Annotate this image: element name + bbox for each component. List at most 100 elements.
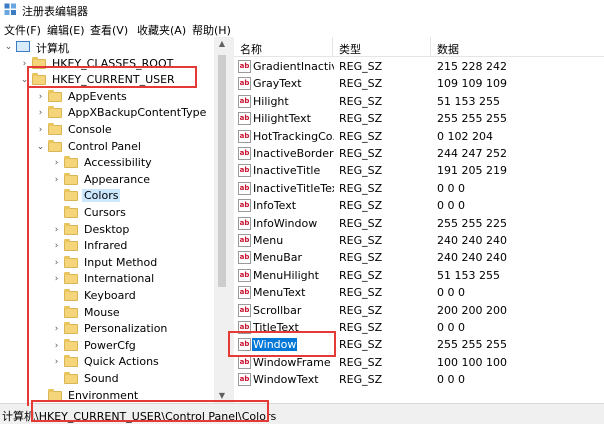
tree-item-label: Environment [68,388,139,402]
values-list-pane[interactable]: 名称 类型 数据 abGradientInactiv...REG_SZ215 2… [234,37,604,403]
chevron-right-icon[interactable] [52,374,61,384]
tree-item-label: Appearance [84,172,151,186]
chevron-right-icon[interactable]: › [52,258,61,268]
chevron-right-icon[interactable]: › [52,175,61,185]
string-value-icon: ab [238,77,251,91]
menu-help[interactable]: 帮助(H) [192,22,231,38]
chevron-right-icon[interactable]: › [52,341,61,351]
menu-file[interactable]: 文件(F) [4,22,41,38]
value-name: MenuText [253,286,306,300]
column-name-header[interactable]: 名称 [240,41,262,57]
string-value-icon: ab [238,181,251,195]
registry-app-icon [4,3,16,15]
tree-item-label: 计算机 [36,42,69,55]
scroll-down-icon[interactable]: ▼ [214,389,230,403]
list-item[interactable]: ab HotTrackingCo... REG_SZ 0 102 204 [234,128,604,145]
list-item[interactable]: ab Menu REG_SZ 240 240 240 [234,232,604,249]
folder-icon [64,289,78,301]
menu-favorites[interactable]: 收藏夹(A) [137,22,186,38]
value-type: REG_SZ [339,355,383,369]
column-type-header[interactable]: 类型 [339,41,361,57]
column-separator[interactable] [332,37,333,57]
value-data: 0 0 0 [437,286,465,300]
chevron-right-icon[interactable] [52,191,61,201]
chevron-right-icon[interactable] [52,308,61,318]
tree-item-label: Console [68,123,112,136]
tree-item-label: Cursors [84,206,126,219]
folder-icon [48,123,62,135]
value-data: 51 153 255 [437,94,500,108]
chevron-right-icon[interactable] [36,391,45,401]
value-data: 255 255 255 [437,112,507,126]
folder-icon [48,139,62,152]
tree-item-label: AppEvents [68,89,127,103]
list-item[interactable]: ab WindowFrame REG_SZ 100 100 100 [234,354,604,371]
key-tree-pane[interactable]: ⌄ 计算机 › HKEY_CLASSES_ROOT ⌄ HKEY_CURRENT_USER… [0,37,230,403]
chevron-right-icon[interactable]: › [36,125,45,135]
value-type: REG_SZ [339,181,383,195]
list-item[interactable]: ab InfoWindow REG_SZ 255 255 225 [234,215,604,232]
string-value-icon: ab [238,129,251,143]
chevron-right-icon[interactable] [52,208,61,218]
tree-item-label: Desktop [84,222,130,236]
value-type: REG_SZ [339,60,383,73]
menu-edit[interactable]: 编辑(E) [47,22,85,38]
chevron-right-icon[interactable]: › [52,225,61,235]
chevron-right-icon[interactable]: › [52,357,61,367]
string-value-icon: ab [238,164,251,178]
list-item[interactable]: ab GrayText REG_SZ 109 109 109 [234,75,604,92]
list-item[interactable]: ab MenuHilight REG_SZ 51 153 255 [234,267,604,284]
list-item[interactable]: ab MenuText REG_SZ 0 0 0 [234,284,604,301]
chevron-right-icon[interactable]: › [52,158,61,168]
list-item[interactable]: ab WindowText REG_SZ 0 0 0 [234,371,604,388]
list-item[interactable]: ab InactiveTitleText REG_SZ 0 0 0 [234,180,604,197]
chevron-right-icon[interactable]: › [52,274,61,284]
folder-icon [64,189,78,202]
value-data: 0 0 0 [437,373,465,387]
chevron-down-icon[interactable]: ⌄ [4,42,13,52]
list-item[interactable]: ab Scrollbar REG_SZ 200 200 200 [234,302,604,319]
chevron-right-icon[interactable]: › [36,92,45,102]
window-title: 注册表编辑器 [22,5,88,18]
column-separator[interactable] [430,37,431,57]
registry-editor-window: 注册表编辑器 文件(F) 编辑(E) 查看(V) 收藏夹(A) 帮助(H) ⌄ 计… [0,0,604,424]
value-name: Scrollbar [253,303,302,317]
chevron-down-icon[interactable]: ⌄ [20,75,29,85]
chevron-down-icon[interactable]: ⌄ [36,142,45,152]
value-type: REG_SZ [339,216,383,230]
status-bar: 计算机\HKEY_CURRENT_USER\Control Panel\Colo… [0,403,604,424]
list-item[interactable]: ab Hilight REG_SZ 51 153 255 [234,93,604,110]
chevron-right-icon[interactable]: › [52,241,61,251]
chevron-right-icon[interactable]: › [52,324,61,334]
scrollbar-thumb[interactable] [218,55,226,287]
list-item[interactable]: ab InactiveTitle REG_SZ 191 205 219 [234,162,604,179]
list-item[interactable]: ab TitleText REG_SZ 0 0 0 [234,319,604,336]
list-item[interactable]: ab Window REG_SZ 255 255 255 [234,336,604,353]
column-data-header[interactable]: 数据 [437,41,459,57]
menu-view[interactable]: 查看(V) [90,22,128,38]
list-item[interactable]: ab InfoText REG_SZ 0 0 0 [234,197,604,214]
folder-icon [64,305,78,318]
scroll-up-icon[interactable]: ▲ [214,37,230,51]
list-header: 名称 类型 数据 [234,37,604,57]
value-type: REG_SZ [339,129,383,143]
value-type: REG_SZ [339,112,383,126]
tree-item-label: Mouse [84,305,120,319]
tree-scrollbar[interactable]: ▲ ▼ [214,37,230,403]
tree-item-label: Sound [84,372,119,385]
list-item[interactable]: abGradientInactiv... REG_SZ 215 228 242 [234,58,604,75]
tree-item-label: Control Panel [68,139,141,153]
chevron-right-icon[interactable] [52,291,61,301]
list-item[interactable]: ab HilightText REG_SZ 255 255 255 [234,110,604,127]
string-value-icon: ab [238,286,251,300]
tree-item-label: Infrared [84,239,128,253]
folder-icon [64,272,78,285]
chevron-right-icon[interactable]: › [36,108,45,118]
chevron-right-icon[interactable]: › [20,59,29,69]
list-item[interactable]: ab MenuBar REG_SZ 240 240 240 [234,249,604,266]
value-type: REG_SZ [339,147,383,160]
value-data: 191 205 219 [437,164,507,178]
value-name: TitleText [253,321,299,334]
list-item[interactable]: ab InactiveBorder REG_SZ 244 247 252 [234,145,604,162]
value-data: 255 255 255 [437,338,507,352]
